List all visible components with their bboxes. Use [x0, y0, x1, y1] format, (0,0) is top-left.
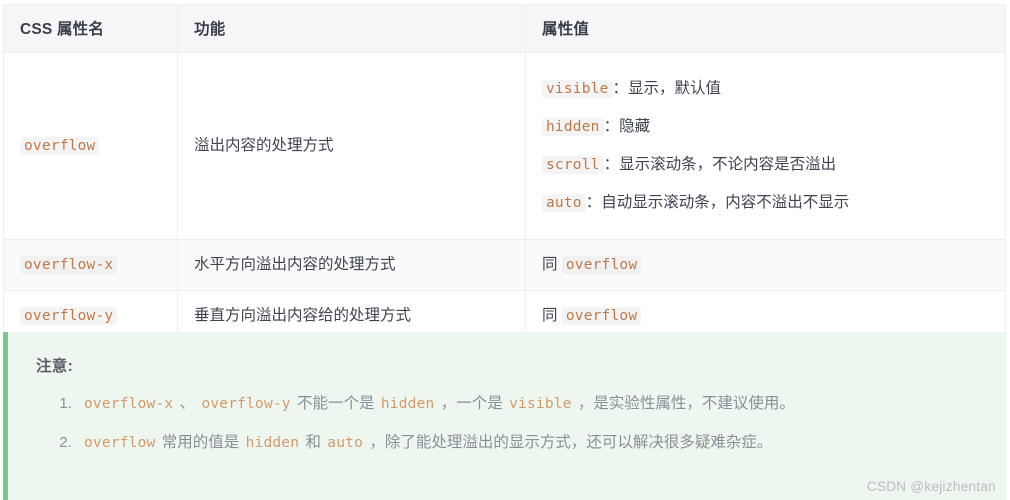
same-as-overflow: 同 overflow — [542, 256, 642, 274]
csdn-watermark: CSDN @kejizhentan — [866, 479, 996, 494]
cell-property-values: 同 overflow — [525, 238, 1006, 292]
code-overflow-x: overflow-x — [84, 396, 174, 412]
code-overflow: overflow — [20, 136, 100, 155]
value-description: 自动显示滚动条，内容不溢出不显示 — [601, 194, 850, 212]
code-hidden: hidden — [245, 435, 300, 452]
table-row: overflow-x 水平方向溢出内容的处理方式 同 overflow — [3, 238, 1006, 292]
notice-text: ，一个是 — [436, 395, 508, 412]
value-description: 显示滚动条，不论内容是否溢出 — [619, 156, 837, 173]
value-item-auto: auto ：自动显示滚动条，内容不溢出不显示 — [542, 184, 989, 217]
value-separator: ： — [603, 156, 620, 173]
column-header-property-value: 属性值 — [525, 4, 1006, 53]
value-list: visible ：显示，默认值 hidden ：隐藏 scroll ：显示滚动条，不论… — [542, 75, 989, 217]
column-header-function: 功能 — [177, 4, 526, 53]
code-auto: auto — [542, 194, 586, 213]
notice-list: overflow-x 、 overflow-y 不能一个是 hidden ，一个… — [32, 386, 987, 464]
code-overflow: overflow — [561, 307, 642, 326]
notice-list-item: overflow 常用的值是 hidden 和 auto ，除了能处理溢出的显示… — [76, 425, 987, 464]
notice-list-item: overflow-x 、 overflow-y 不能一个是 hidden ，一个… — [76, 386, 987, 425]
value-item-scroll: scroll ：显示滚动条，不论内容是否溢出 — [542, 146, 989, 184]
same-prefix-label: 同 — [542, 256, 558, 273]
cell-property-values: visible ：显示，默认值 hidden ：隐藏 scroll ：显示滚动条，不论… — [525, 52, 1006, 240]
code-visible: visible — [509, 396, 572, 412]
code-overflow-x: overflow-x — [20, 256, 118, 274]
table-body: overflow 溢出内容的处理方式 visible ：显示，默认值 hidden… — [3, 52, 1006, 343]
notice-text: 和 — [301, 434, 326, 452]
table-row: overflow 溢出内容的处理方式 visible ：显示，默认值 hidden… — [3, 52, 1006, 240]
notice-text: 常用的值是 — [157, 434, 244, 452]
code-auto: auto — [327, 435, 364, 452]
code-scroll: scroll — [542, 156, 604, 174]
properties-table-container: CSS 属性名 功能 属性值 overflow 溢出内容的处理方式 visibl… — [3, 4, 1006, 343]
cell-function: 溢出内容的处理方式 — [177, 52, 526, 240]
code-overflow-y: overflow-y — [20, 307, 118, 326]
code-overflow-y: overflow-y — [201, 396, 291, 412]
code-overflow: overflow — [84, 435, 156, 452]
code-hidden: hidden — [542, 117, 604, 136]
value-item-hidden: hidden ：隐藏 — [542, 108, 989, 146]
cell-function: 水平方向溢出内容的处理方式 — [177, 238, 526, 292]
notice-text: ，是实验性属性，不建议使用。 — [573, 395, 795, 412]
css-overflow-properties-table: CSS 属性名 功能 属性值 overflow 溢出内容的处理方式 visibl… — [3, 4, 1006, 343]
value-separator: ： — [603, 117, 620, 135]
same-as-overflow: 同 overflow — [542, 307, 642, 326]
value-separator: ： — [612, 79, 629, 97]
value-item-visible: visible ：显示，默认值 — [542, 75, 989, 108]
notice-text: 不能一个是 — [292, 395, 379, 412]
code-overflow: overflow — [561, 256, 642, 274]
column-header-property-name: CSS 属性名 — [3, 4, 178, 53]
code-visible: visible — [542, 79, 613, 98]
cell-property-name: overflow — [3, 52, 178, 240]
same-prefix-label: 同 — [542, 307, 558, 325]
table-header-row: CSS 属性名 功能 属性值 — [3, 4, 1006, 53]
table-header: CSS 属性名 功能 属性值 — [3, 4, 1006, 53]
value-separator: ： — [585, 194, 602, 212]
cell-property-name: overflow-x — [3, 238, 178, 292]
value-description: 显示，默认值 — [628, 79, 722, 97]
notice-text: 、 — [175, 395, 200, 412]
notice-title: 注意: — [36, 358, 74, 375]
code-hidden: hidden — [380, 396, 435, 412]
value-description: 隐藏 — [619, 117, 651, 135]
notice-callout: 注意: overflow-x 、 overflow-y 不能一个是 hidden… — [3, 332, 1007, 500]
notice-text: ，除了能处理溢出的显示方式，还可以解决很多疑难杂症。 — [365, 434, 773, 452]
